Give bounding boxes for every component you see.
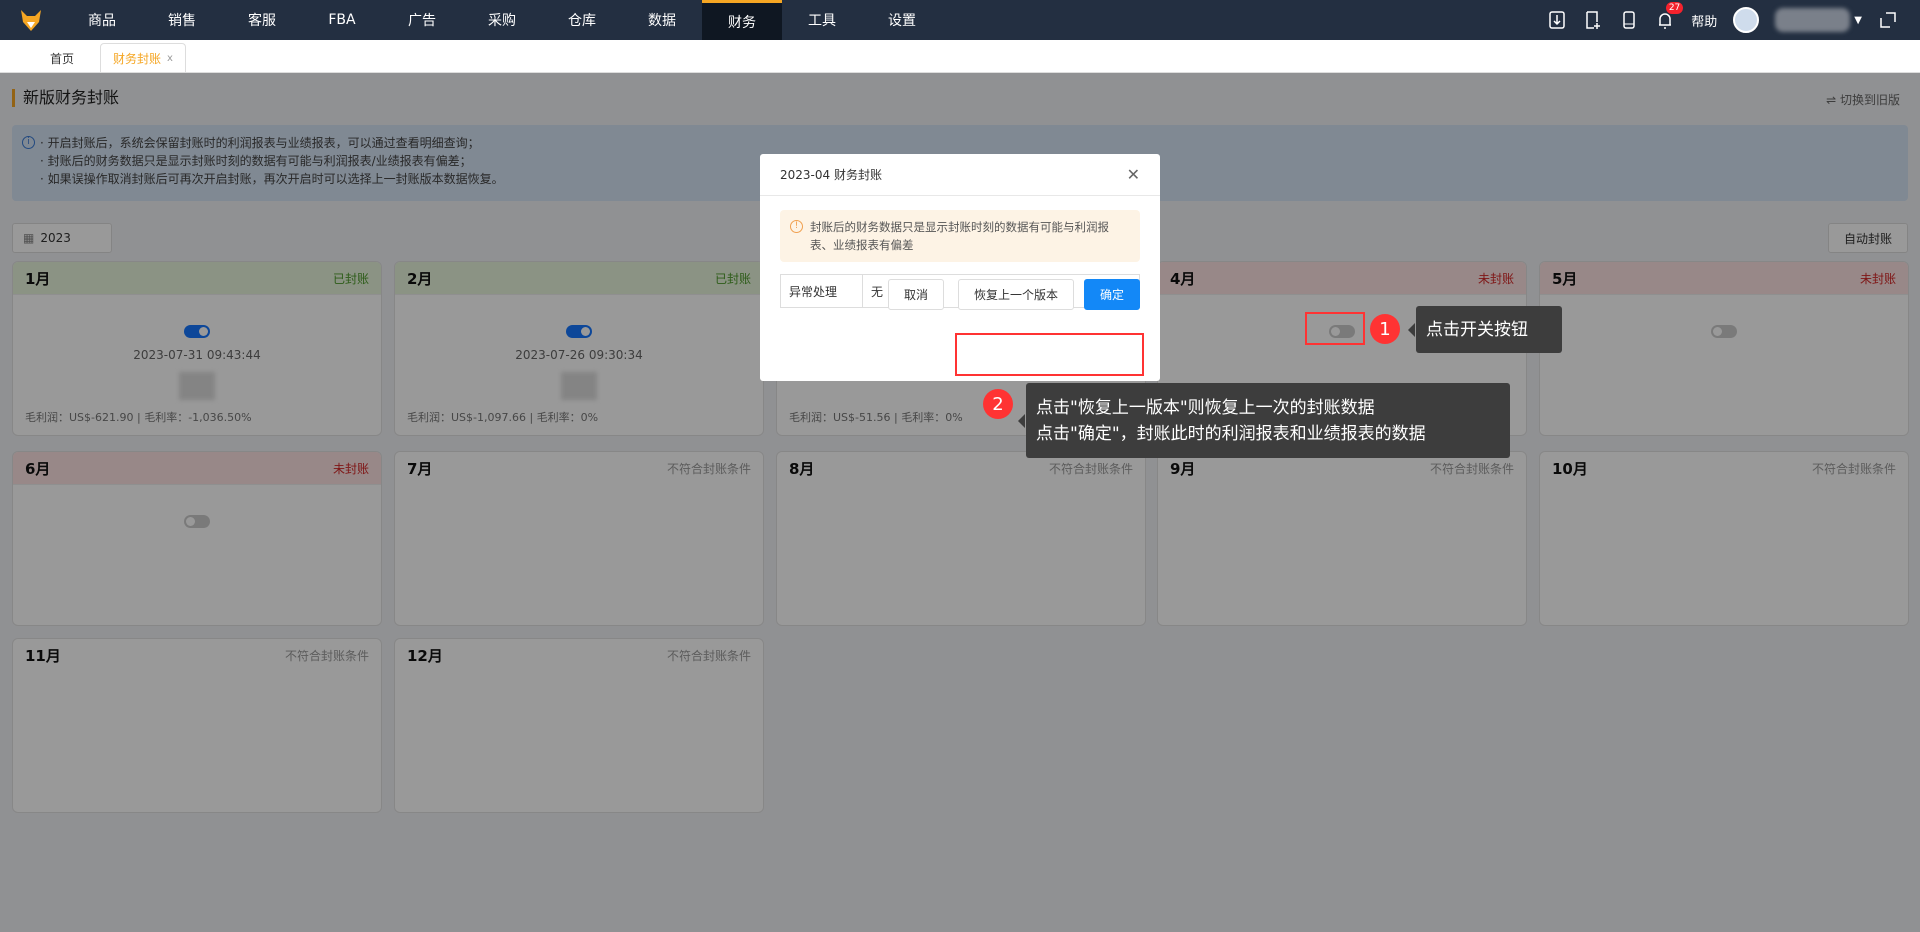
bell-icon[interactable]: 27: [1655, 2, 1684, 30]
annotation-step-2: 2: [983, 389, 1013, 419]
nav-item[interactable]: FBA: [302, 0, 382, 40]
avatar[interactable]: [1733, 7, 1760, 33]
annotation-tooltip-1: 点击开关按钮: [1408, 306, 1562, 353]
annotation-step-1: 1: [1370, 314, 1400, 344]
tab-home[interactable]: 首页: [38, 43, 86, 73]
nav-item[interactable]: 采购: [462, 0, 542, 40]
tab-label: 首页: [50, 51, 75, 66]
nav-item[interactable]: 客服: [222, 0, 302, 40]
logo[interactable]: [0, 0, 62, 40]
chevron-down-icon[interactable]: ▼: [1854, 15, 1862, 26]
warning-icon: !: [790, 220, 803, 233]
close-icon[interactable]: x: [167, 53, 173, 64]
confirm-button[interactable]: 确定: [1084, 279, 1140, 310]
warning-text: 封账后的财务数据只是显示封账时刻的数据有可能与利润报表、业绩报表有偏差: [810, 220, 1109, 252]
nav-item[interactable]: 销售: [142, 0, 222, 40]
fullscreen-icon[interactable]: [1878, 10, 1898, 30]
top-nav: 商品 销售 客服 FBA 广告 采购 仓库 数据 财务 工具 设置 27 帮助 ▼: [0, 0, 1920, 40]
mobile-icon[interactable]: [1619, 10, 1639, 30]
document-add-icon[interactable]: [1583, 10, 1603, 30]
annotation-highlight-buttons: [955, 333, 1144, 376]
field-label: 异常处理: [781, 275, 863, 307]
nav-item[interactable]: 广告: [382, 0, 462, 40]
tab-finance-closing[interactable]: 财务封账 x: [100, 43, 186, 73]
notification-badge: 27: [1665, 2, 1684, 14]
tooltip-text: 点击"确定"，封账此时的利润报表和业绩报表的数据: [1036, 423, 1426, 444]
nav-item[interactable]: 工具: [782, 0, 862, 40]
annotation-tooltip-2: 点击"恢复上一版本"则恢复上一次的封账数据点击"确定"，封账此时的利润报表和业绩…: [1018, 383, 1510, 458]
nav-item[interactable]: 财务: [702, 0, 782, 40]
download-icon[interactable]: [1547, 10, 1567, 30]
tooltip-text: 点击"恢复上一版本"则恢复上一次的封账数据: [1036, 397, 1375, 418]
nav-item[interactable]: 设置: [862, 0, 942, 40]
restore-previous-version-button[interactable]: 恢复上一个版本: [958, 279, 1074, 310]
nav-item[interactable]: 仓库: [542, 0, 622, 40]
annotation-highlight-toggle: [1305, 312, 1365, 345]
cancel-button[interactable]: 取消: [888, 279, 944, 310]
close-icon[interactable]: ✕: [1127, 165, 1140, 184]
tab-bar: 首页 财务封账 x: [0, 40, 1920, 73]
tab-label: 财务封账: [113, 52, 162, 66]
help-link[interactable]: 帮助: [1691, 11, 1717, 30]
nav-item[interactable]: 数据: [622, 0, 702, 40]
warning-alert: ! 封账后的财务数据只是显示封账时刻的数据有可能与利润报表、业绩报表有偏差: [780, 210, 1140, 262]
nav-item[interactable]: 商品: [62, 0, 142, 40]
username-blurred: [1775, 8, 1851, 32]
dialog-title: 2023-04 财务封账: [780, 168, 882, 182]
tooltip-text: 点击开关按钮: [1426, 319, 1528, 340]
